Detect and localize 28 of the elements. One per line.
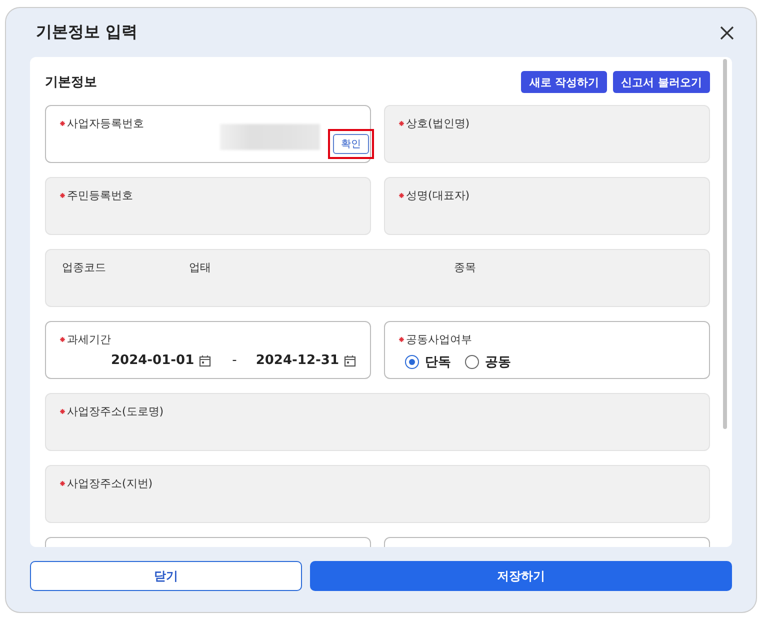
field-label: 사업장주소(도로명) <box>67 404 164 419</box>
field-label: 업종코드 <box>62 260 107 275</box>
radio-button[interactable] <box>405 355 419 369</box>
field-label: 공동사업여부 <box>406 332 472 347</box>
radio-button[interactable] <box>465 355 479 369</box>
action-button[interactable]: 새로 작성하기 <box>521 71 608 93</box>
field-label: 상호(법인명) <box>406 116 470 131</box>
field-label: 사업자등록번호 <box>67 116 144 131</box>
field-label: 사업장주소(지번) <box>67 476 153 491</box>
field-label: 과세기간 <box>67 332 111 347</box>
section-title: 기본정보 <box>45 74 97 91</box>
radio-label[interactable]: 단독 <box>425 353 451 371</box>
end-date[interactable]: 2024-12-31 <box>256 353 339 368</box>
field-label: 업태 <box>189 260 212 275</box>
field-label: 종목 <box>454 260 477 275</box>
field-label: 주민등록번호 <box>67 188 133 203</box>
save-button[interactable]: 저장하기 <box>310 561 732 591</box>
action-button[interactable]: 신고서 불러오기 <box>613 71 710 93</box>
confirm-button[interactable]: 확인 <box>333 134 369 154</box>
field-label: 성명(대표자) <box>406 188 470 203</box>
dialog-title: 기본정보 입력 <box>36 22 138 43</box>
close-button[interactable]: 닫기 <box>30 561 302 591</box>
calendar-icon[interactable] <box>199 354 212 366</box>
close-icon[interactable] <box>719 24 735 40</box>
date-separator: - <box>232 353 237 368</box>
radio-label[interactable]: 공동 <box>485 353 511 371</box>
calendar-icon[interactable] <box>344 354 356 366</box>
start-date[interactable]: 2024-01-01 <box>110 353 194 368</box>
